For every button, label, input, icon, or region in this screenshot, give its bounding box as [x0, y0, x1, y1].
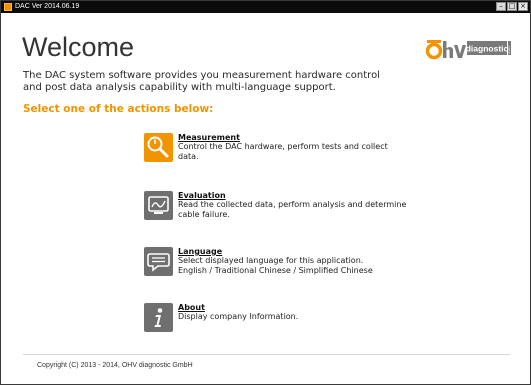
about-desc-line-1: Display company Information. [178, 312, 299, 321]
page-title: Welcome [22, 32, 135, 62]
close-button[interactable]: × [518, 2, 528, 11]
evaluation-link[interactable]: Evaluation [178, 191, 226, 200]
language-icon[interactable] [144, 247, 173, 276]
window-title: DAC Ver 2014.06.19 [15, 3, 80, 10]
info-icon[interactable] [144, 303, 173, 332]
action-evaluation[interactable]: Evaluation Read the collected data, perf… [144, 191, 464, 225]
language-description: Select displayed language for this appli… [178, 256, 373, 275]
action-about[interactable]: About Display company Information. [144, 303, 464, 337]
evaluation-icon[interactable] [144, 191, 173, 220]
measurement-description: Control the DAC hardware, perform tests … [178, 142, 388, 161]
action-language[interactable]: Language Select displayed language for t… [144, 247, 464, 281]
section-heading: Select one of the actions below: [23, 103, 214, 115]
logo-gmbh: GmbH [507, 46, 511, 54]
title-bar[interactable]: DAC Ver 2014.06.19 – □ × [1, 1, 530, 13]
measurement-icon[interactable] [144, 133, 173, 162]
evaluation-desc-line-1: Read the collected data, perform analysi… [178, 200, 407, 209]
measurement-desc-line-2: data. [178, 151, 199, 161]
minimize-button[interactable]: – [496, 2, 506, 11]
about-description: Display company Information. [178, 312, 298, 322]
measurement-link[interactable]: Measurement [178, 133, 240, 142]
language-desc-line-2: English / Traditional Chinese / Simplifi… [178, 265, 373, 275]
app-icon [4, 3, 12, 11]
intro-line-1: The DAC system software provides you mea… [23, 70, 380, 81]
footer-divider [23, 354, 510, 355]
company-logo: diagnostic GmbH [426, 40, 511, 60]
action-measurement[interactable]: Measurement Control the DAC hardware, pe… [144, 133, 464, 167]
evaluation-desc-line-2: cable failure. [178, 209, 230, 219]
measurement-desc-line-1: Control the DAC hardware, perform tests … [178, 142, 388, 151]
intro-line-2: and post data analysis capability with m… [23, 82, 336, 93]
maximize-button[interactable]: □ [507, 2, 517, 11]
app-window: DAC Ver 2014.06.19 – □ × Welcome diagnos… [0, 0, 531, 385]
language-desc-line-1: Select displayed language for this appli… [178, 256, 364, 265]
window-controls: – □ × [496, 2, 528, 11]
logo-text: diagnostic [466, 44, 509, 54]
language-link[interactable]: Language [178, 247, 222, 256]
intro-text: The DAC system software provides you mea… [23, 70, 383, 94]
evaluation-description: Read the collected data, perform analysi… [178, 200, 406, 219]
copyright-text: Copyright (C) 2013 - 2014, OHV diagnosti… [37, 362, 193, 369]
about-link[interactable]: About [178, 303, 205, 312]
